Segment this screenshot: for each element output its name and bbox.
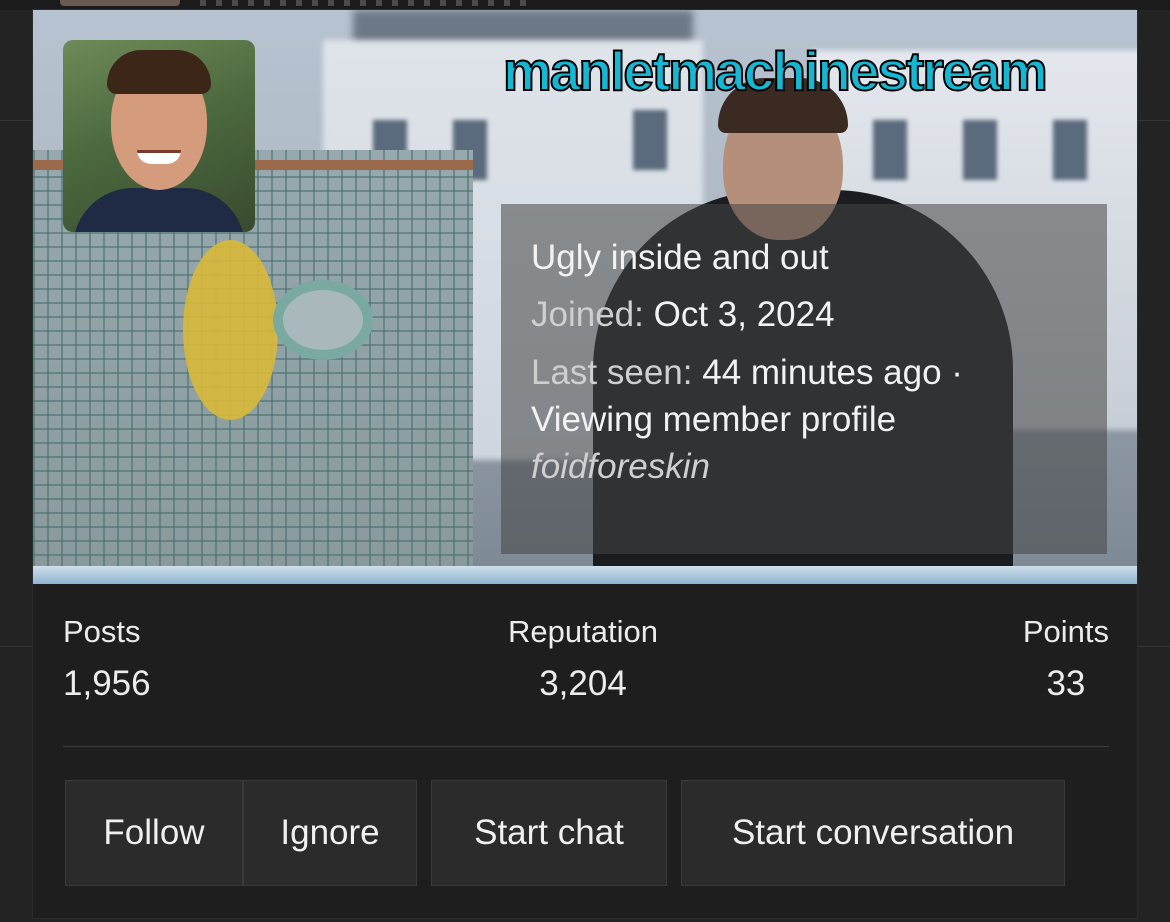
avatar[interactable]: [63, 40, 255, 232]
ignore-button[interactable]: Ignore: [243, 780, 417, 886]
background-thumbnail: [60, 0, 180, 6]
divider: [63, 746, 1109, 747]
posts-value: 1,956: [63, 664, 151, 703]
background-divider: [1138, 646, 1170, 647]
joined-label: Joined:: [531, 295, 644, 335]
member-stats: Posts 1,956 Reputation 3,204 Points 33: [63, 614, 1109, 724]
points-value: 33: [1046, 664, 1086, 703]
reputation-value: 3,204: [539, 664, 627, 703]
last-seen-row: Last seen: 44 minutes ago · Viewing memb…: [531, 349, 1077, 444]
joined-value: Oct 3, 2024: [653, 295, 835, 335]
stat-points[interactable]: Points 33: [1023, 614, 1109, 704]
username-link[interactable]: manletmachinestream: [502, 41, 1103, 101]
last-seen-label: Last seen:: [531, 352, 693, 392]
member-actions: Follow Ignore Start chat Start conversat…: [65, 780, 1065, 886]
member-tooltip-card: manletmachinestream Ugly inside and out …: [32, 9, 1138, 919]
start-chat-button[interactable]: Start chat: [431, 780, 667, 886]
profile-banner: manletmachinestream Ugly inside and out …: [33, 10, 1137, 584]
stat-reputation[interactable]: Reputation 3,204: [493, 614, 673, 704]
stat-posts[interactable]: Posts 1,956: [63, 614, 151, 704]
background-divider: [0, 646, 32, 647]
background-divider: [1138, 120, 1170, 121]
status-message: foidforeskin: [531, 447, 710, 486]
background-divider: [0, 120, 32, 121]
points-label: Points: [1022, 614, 1109, 649]
start-conversation-button[interactable]: Start conversation: [681, 780, 1065, 886]
custom-title: Ugly inside and out: [531, 238, 829, 277]
follow-button[interactable]: Follow: [65, 780, 243, 886]
follow-ignore-group: Follow Ignore: [65, 780, 417, 886]
posts-label: Posts: [63, 614, 141, 649]
profile-info-box: Ugly inside and out Joined: Oct 3, 2024 …: [501, 204, 1107, 554]
joined-row: Joined: Oct 3, 2024: [531, 291, 1077, 338]
background-text-hint: [200, 0, 530, 6]
reputation-label: Reputation: [508, 614, 658, 649]
